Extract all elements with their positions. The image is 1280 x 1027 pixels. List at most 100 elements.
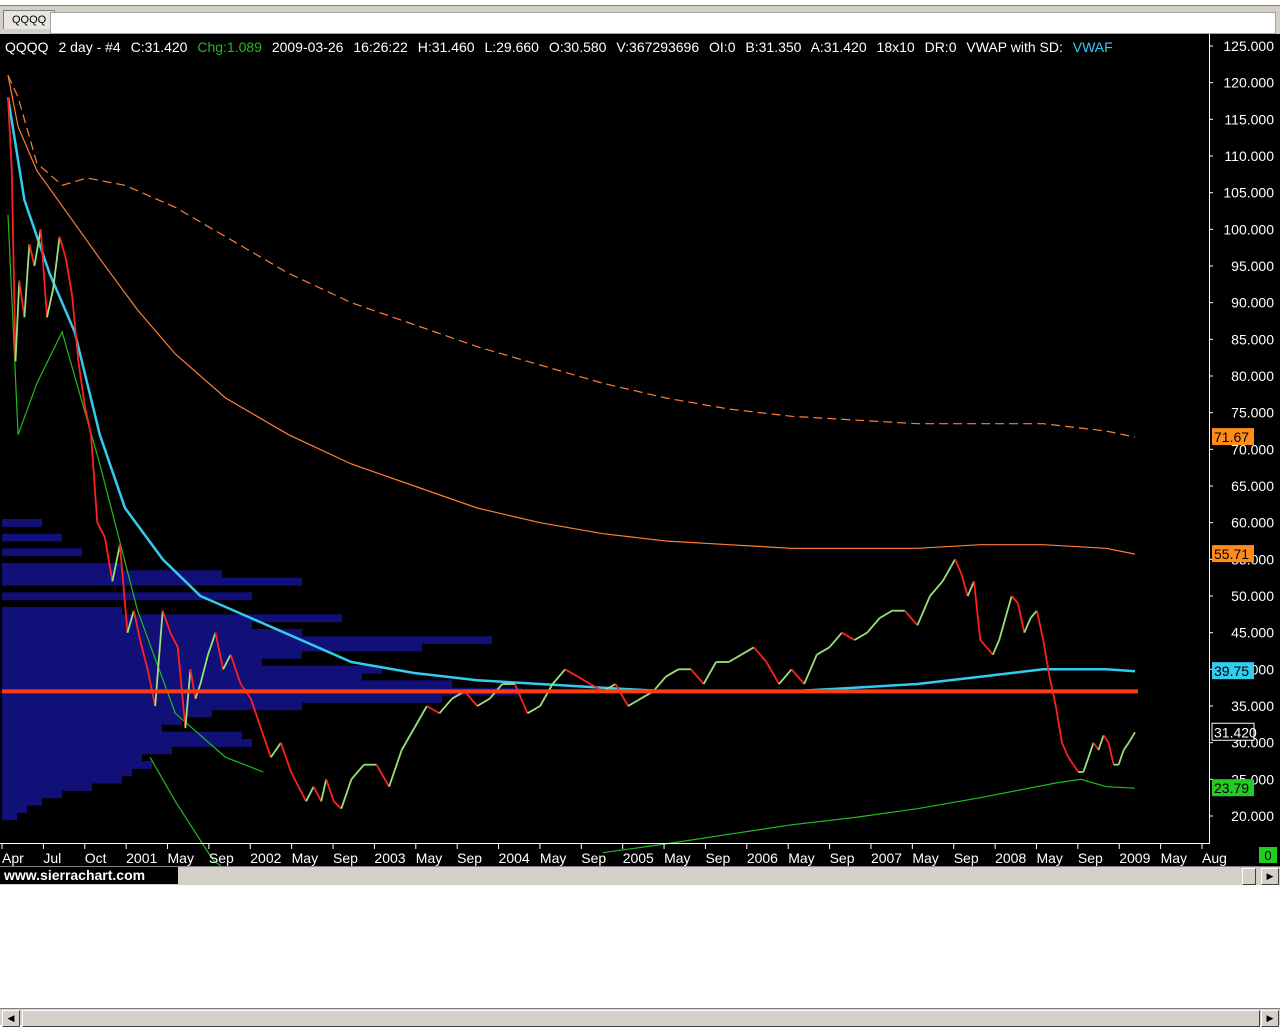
tab-qqqq[interactable]: QQQQ <box>3 10 56 29</box>
x-tick-label: Sep <box>830 850 855 866</box>
profile-bar <box>2 518 42 527</box>
x-tick-label: 2006 <box>747 850 778 866</box>
x-tick-label: Aug <box>1202 850 1227 866</box>
profile-bar <box>2 628 302 637</box>
scroll-thumb[interactable] <box>1242 868 1256 885</box>
x-tick-label: May <box>168 850 194 866</box>
chart-header: QQQQ 2 day - #4 C:31.420 Chg:1.089 2009-… <box>5 39 1113 55</box>
y-tick-label: 100.000 <box>1223 221 1274 237</box>
x-tick-label: Oct <box>85 850 107 866</box>
header-oi: OI:0 <box>709 39 736 55</box>
header-study-tail: VWAF <box>1073 39 1113 55</box>
x-tick-label: Sep <box>705 850 730 866</box>
x-tick-label: Sep <box>581 850 606 866</box>
y-tick-label: 85.000 <box>1231 331 1274 347</box>
y-tick-label: 50.000 <box>1231 588 1274 604</box>
header-symbol: QQQQ <box>5 39 49 55</box>
y-tick-label: 110.000 <box>1224 148 1274 164</box>
profile-bar <box>2 672 362 681</box>
header-change: Chg:1.089 <box>197 39 262 55</box>
x-tick-label: 2009 <box>1119 850 1150 866</box>
profile-bar <box>2 533 62 542</box>
x-tick-label: 2004 <box>499 850 530 866</box>
window-horizontal-scrollbar[interactable]: ◀ ▶ <box>0 1008 1280 1027</box>
header-date: 2009-03-26 <box>272 39 344 55</box>
x-tick-label: May <box>416 850 442 866</box>
header-open: O:30.580 <box>549 39 607 55</box>
x-tick-label: Sep <box>209 850 234 866</box>
x-tick-label: 2002 <box>250 850 281 866</box>
profile-bar <box>2 614 342 623</box>
y-tick-label: 95.000 <box>1231 258 1274 274</box>
header-ask: A:31.420 <box>811 39 867 55</box>
profile-bar <box>2 760 152 769</box>
y-tick-label: 115.000 <box>1224 111 1274 127</box>
bottom-scroll-thumb[interactable] <box>22 1010 1260 1027</box>
x-tick-label: Apr <box>2 850 24 866</box>
x-tick-label: May <box>788 850 814 866</box>
header-study: VWAP with SD: <box>966 39 1062 55</box>
y-tick-label: 125.000 <box>1223 38 1274 54</box>
header-volume: V:367293696 <box>616 39 699 55</box>
x-tick-label: Jul <box>43 850 61 866</box>
profile-bar <box>2 548 82 557</box>
header-bid: B:31.350 <box>745 39 801 55</box>
x-tick-label: May <box>1036 850 1062 866</box>
profile-bar <box>2 577 302 586</box>
chart-tab-bar: QQQQ <box>0 6 1280 35</box>
profile-bar <box>2 812 17 821</box>
profile-bar <box>2 753 142 762</box>
bottom-scroll-right-button[interactable]: ▶ <box>1261 1010 1279 1027</box>
x-tick-label: May <box>540 850 566 866</box>
x-tick-label: May <box>292 850 318 866</box>
profile-bar <box>2 724 162 733</box>
x-tick-label: Sep <box>457 850 482 866</box>
chart-horizontal-scrollbar[interactable]: ▶ <box>0 866 1280 885</box>
profile-bar <box>2 746 172 755</box>
y-tick-label: 105.000 <box>1223 185 1274 201</box>
scroll-right-button[interactable]: ▶ <box>1261 868 1279 885</box>
corner-indicator-value: 0 <box>1264 848 1271 863</box>
x-tick-label: Sep <box>333 850 358 866</box>
tab-strip-area <box>50 12 1276 34</box>
value-label-text: 71.67 <box>1214 429 1249 445</box>
value-label-text: 39.75 <box>1214 663 1249 679</box>
profile-bar <box>2 738 252 747</box>
chart-area[interactable]: 125.000 120.000 115.000 110.000 105.000 100.0… <box>0 34 1280 866</box>
header-high: H:31.460 <box>418 39 475 55</box>
header-dr: DR:0 <box>925 39 957 55</box>
y-tick-label: 90.000 <box>1231 295 1274 311</box>
profile-bar <box>2 731 242 740</box>
x-tick-label: 2008 <box>995 850 1026 866</box>
y-tick-label: 65.000 <box>1231 478 1274 494</box>
profile-bar <box>2 592 252 601</box>
y-tick-label: 20.000 <box>1231 808 1274 824</box>
profile-bar <box>2 694 442 703</box>
bottom-scroll-left-button[interactable]: ◀ <box>2 1010 20 1027</box>
profile-bar <box>2 797 42 806</box>
profile-bar <box>2 782 92 791</box>
x-tick-label: 2007 <box>871 850 902 866</box>
x-tick-label: 2001 <box>126 850 157 866</box>
price-chart[interactable]: 125.000 120.000 115.000 110.000 105.000 100.0… <box>0 34 1280 866</box>
value-label-text: 55.71 <box>1214 546 1249 562</box>
x-tick-label: May <box>1161 850 1187 866</box>
y-tick-label: 60.000 <box>1231 515 1274 531</box>
header-low: L:29.660 <box>484 39 539 55</box>
profile-bar <box>2 665 382 674</box>
header-time: 16:26:22 <box>353 39 408 55</box>
profile-bar <box>2 709 212 718</box>
profile-bar <box>2 606 122 615</box>
profile-bar <box>2 804 27 813</box>
profile-bar <box>2 562 122 571</box>
profile-bar <box>2 768 132 777</box>
x-tick-label: May <box>664 850 690 866</box>
profile-bar <box>2 716 182 725</box>
x-tick-label: Sep <box>1078 850 1103 866</box>
y-tick-label: 75.000 <box>1231 405 1274 421</box>
value-label-text: 23.79 <box>1214 780 1249 796</box>
y-tick-label: 80.000 <box>1231 368 1274 384</box>
profile-bar <box>2 636 492 645</box>
profile-bar <box>2 775 122 784</box>
x-tick-label: 2005 <box>623 850 654 866</box>
